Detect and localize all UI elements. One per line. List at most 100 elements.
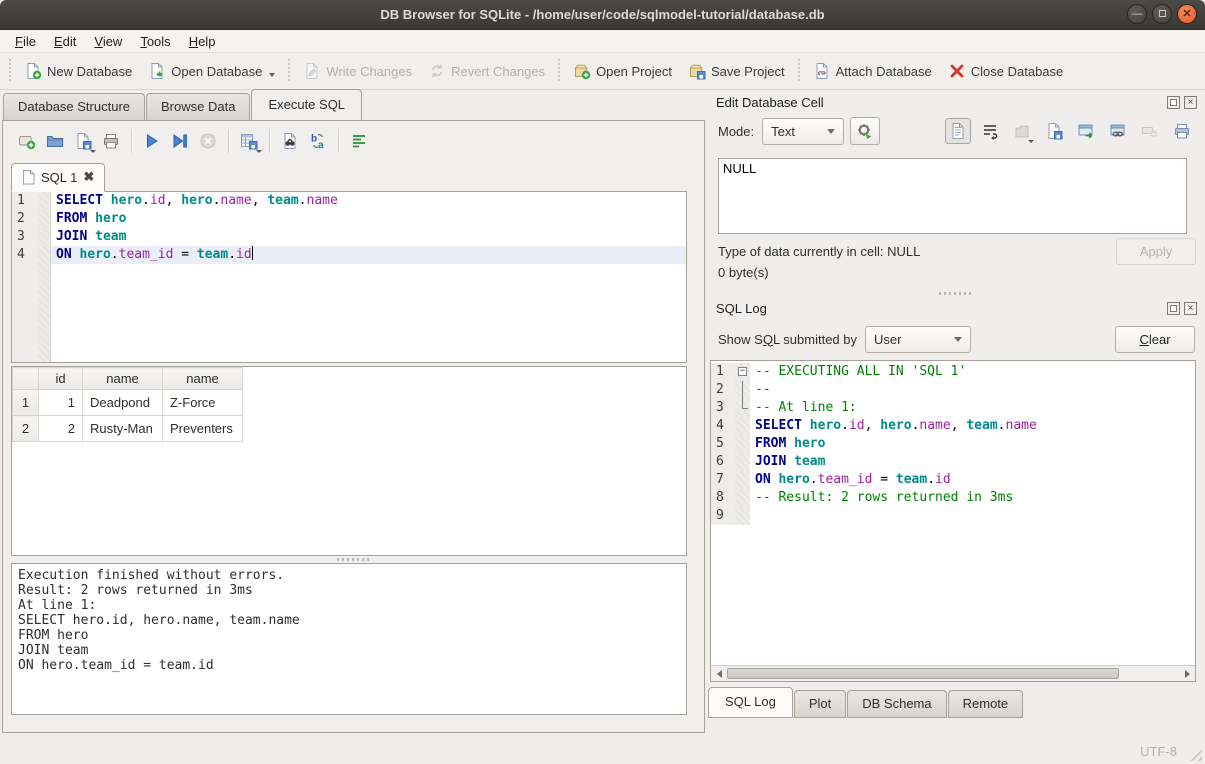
bottom-tab-plot[interactable]: Plot	[794, 690, 846, 718]
resize-grip[interactable]	[1189, 748, 1202, 761]
scrollbar-thumb[interactable]	[727, 668, 1119, 679]
chevron-down-icon[interactable]	[256, 150, 262, 153]
fold-collapse-icon[interactable]: −	[738, 367, 747, 376]
sql-log-close-icon[interactable]: ×	[1184, 302, 1197, 315]
menu-tools[interactable]: Tools	[131, 32, 179, 51]
tab-database-structure[interactable]: Database Structure	[3, 93, 145, 120]
table-row[interactable]: 22Rusty-ManPreventers	[13, 416, 243, 442]
sql-log-view[interactable]: 1−-- EXECUTING ALL IN 'SQL 1'2--3-- At l…	[710, 360, 1196, 682]
export-to-file-button[interactable]	[1041, 118, 1067, 144]
mode-select[interactable]: Text	[762, 118, 844, 145]
open-in-external-app-button[interactable]	[1073, 118, 1099, 144]
svg-text:a: a	[318, 140, 324, 150]
table-row[interactable]: 11DeadpondZ-Force	[13, 390, 243, 416]
sql-log-filter-select[interactable]: User	[865, 326, 971, 353]
encoding-indicator[interactable]: UTF-8	[1140, 744, 1177, 759]
code-text: SELECT hero.id, hero.name, team.name	[51, 192, 686, 210]
results-grid[interactable]: idnamename11DeadpondZ-Force22Rusty-ManPr…	[11, 366, 687, 556]
sql-log-horizontal-scrollbar[interactable]	[711, 665, 1195, 681]
save-results-button[interactable]	[235, 128, 263, 154]
find-button[interactable]	[276, 128, 304, 154]
word-wrap-button[interactable]	[977, 118, 1003, 144]
find-replace-button[interactable]: ba	[304, 128, 332, 154]
cell[interactable]: 1	[39, 390, 83, 416]
maximize-button[interactable]	[1152, 4, 1172, 24]
chevron-down-icon[interactable]	[269, 73, 275, 77]
code-line: 1−-- EXECUTING ALL IN 'SQL 1'	[711, 363, 1195, 381]
sql-log-float-icon[interactable]	[1167, 302, 1180, 315]
open-project-icon	[573, 62, 591, 80]
column-header[interactable]: name	[83, 368, 163, 390]
row-header[interactable]: 1	[13, 390, 39, 416]
close-database-button[interactable]: Close Database	[940, 58, 1072, 84]
print-sql-button[interactable]	[97, 128, 125, 154]
print-cell-button[interactable]	[1169, 118, 1195, 144]
cell-log-splitter[interactable]	[706, 290, 1205, 297]
auto-switch-mode-button[interactable]	[850, 117, 880, 145]
edit-cell-float-icon[interactable]	[1167, 96, 1180, 109]
results-output-splitter[interactable]	[3, 556, 704, 563]
menu-view[interactable]: View	[85, 32, 131, 51]
sql-editor[interactable]: 1SELECT hero.id, hero.name, team.name2FR…	[11, 191, 687, 363]
close-button[interactable]: ✕	[1177, 4, 1197, 24]
row-header[interactable]: 2	[13, 416, 39, 442]
cell-value: NULL	[723, 161, 756, 176]
column-header[interactable]: id	[39, 368, 83, 390]
edit-cell-close-icon[interactable]: ×	[1184, 96, 1197, 109]
stop-execution-button[interactable]	[194, 128, 222, 154]
apply-button[interactable]: Apply	[1116, 238, 1196, 265]
execute-all-button[interactable]	[138, 128, 166, 154]
menu-bar: FileEditViewToolsHelp	[0, 30, 1205, 53]
set-to-null-button[interactable]	[1137, 118, 1163, 144]
clear-log-button[interactable]: Clear	[1115, 326, 1195, 353]
code-line: 2--	[711, 381, 1195, 399]
bottom-tab-sql-log[interactable]: SQL Log	[708, 687, 793, 718]
write-changes-button[interactable]: Write Changes	[295, 58, 420, 84]
open-sql-file-button[interactable]	[41, 128, 69, 154]
code-text	[750, 507, 1195, 525]
cell[interactable]: Preventers	[163, 416, 243, 442]
sql-tab[interactable]: SQL 1 ✖	[11, 163, 105, 192]
cell[interactable]: Z-Force	[163, 390, 243, 416]
save-project-button[interactable]: Save Project	[680, 58, 793, 84]
attach-database-button[interactable]: Attach Database	[805, 58, 940, 84]
format-sql-button[interactable]	[345, 128, 373, 154]
new-database-button[interactable]: New Database	[16, 58, 140, 84]
fold-margin[interactable]: −	[735, 363, 750, 381]
toolbar-handle	[556, 59, 562, 83]
text-mode-button[interactable]	[945, 118, 971, 144]
tab-execute-sql[interactable]: Execute SQL	[251, 89, 362, 120]
open-project-button[interactable]: Open Project	[565, 58, 680, 84]
menu-edit[interactable]: Edit	[45, 32, 85, 51]
bottom-tab-db-schema[interactable]: DB Schema	[847, 690, 946, 718]
scroll-right-icon[interactable]	[1179, 666, 1195, 681]
line-number: 9	[711, 507, 735, 525]
cell[interactable]: 2	[39, 416, 83, 442]
svg-text:b: b	[311, 134, 317, 145]
import-from-file-button[interactable]	[1009, 118, 1035, 144]
chevron-down-icon[interactable]	[1028, 140, 1034, 143]
column-header[interactable]: name	[163, 368, 243, 390]
minimize-button[interactable]: —	[1127, 4, 1147, 24]
sql-log-title: SQL Log	[716, 301, 1163, 316]
code-line: 1SELECT hero.id, hero.name, team.name	[12, 192, 686, 210]
scroll-left-icon[interactable]	[711, 666, 727, 681]
cell-value-editor[interactable]: NULL	[718, 158, 1187, 234]
edit-cell-dock-header: Edit Database Cell ×	[706, 91, 1205, 112]
chevron-down-icon[interactable]	[90, 150, 96, 153]
cell[interactable]: Rusty-Man	[83, 416, 163, 442]
menu-help[interactable]: Help	[180, 32, 225, 51]
save-sql-file-button[interactable]	[69, 128, 97, 154]
execute-current-line-button[interactable]	[166, 128, 194, 154]
tab-browse-data[interactable]: Browse Data	[146, 93, 250, 120]
sql-tab-close-icon[interactable]: ✖	[83, 169, 94, 185]
open-database-button[interactable]: Open Database	[140, 58, 283, 84]
open-new-tab-button[interactable]	[13, 128, 41, 154]
set-as-link-button[interactable]	[1105, 118, 1131, 144]
cell[interactable]: Deadpond	[83, 390, 163, 416]
revert-changes-button[interactable]: Revert Changes	[420, 58, 553, 84]
line-number: 6	[711, 453, 735, 471]
execution-output[interactable]: Execution finished without errors. Resul…	[11, 563, 687, 715]
menu-file[interactable]: File	[6, 32, 45, 51]
bottom-tab-remote[interactable]: Remote	[948, 690, 1024, 718]
